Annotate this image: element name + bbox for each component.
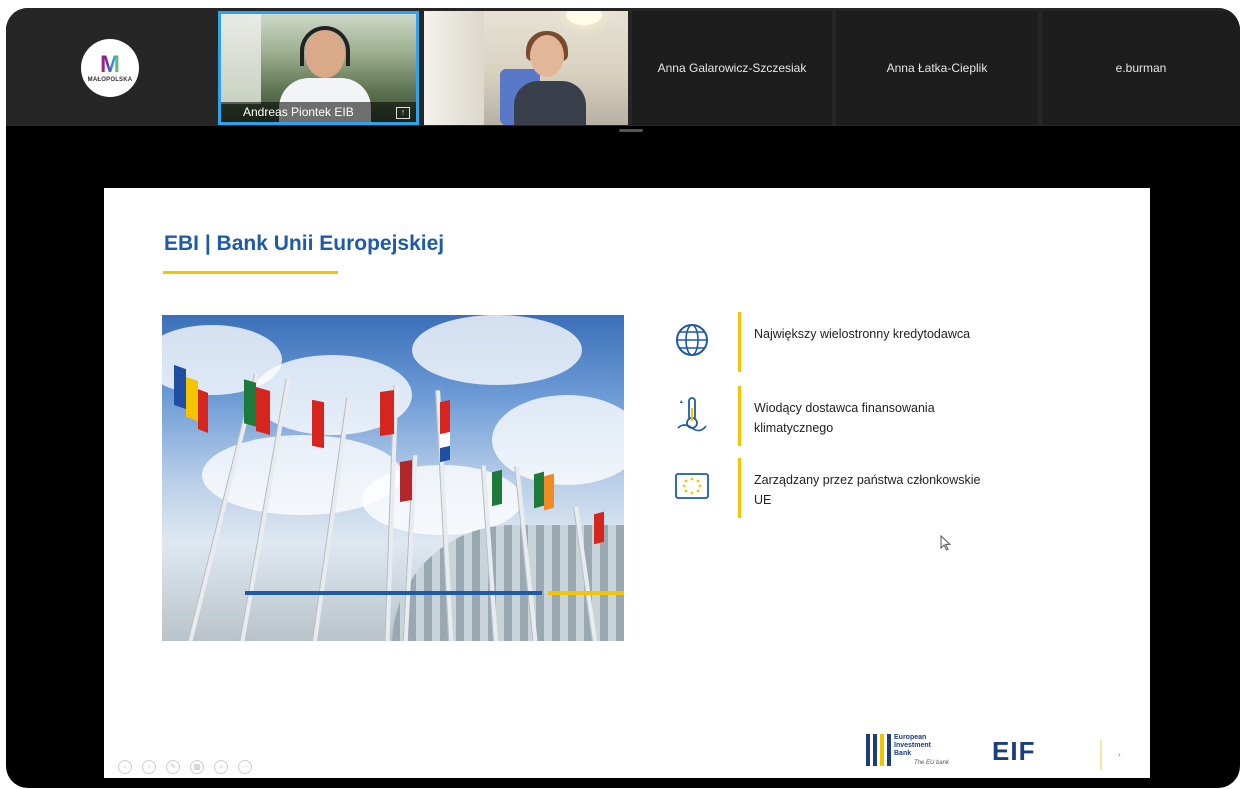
logo-text: MAŁOPOLSKA <box>87 77 133 83</box>
participant-tile-anna-latka[interactable]: Anna Łatka-Cieplik <box>836 11 1038 125</box>
participant-strip: M MAŁOPOLSKA Andreas Piontek EIB ↑ Anna … <box>6 8 1240 126</box>
participant-tile-eburman[interactable]: e.burman <box>1042 11 1240 125</box>
pen-icon[interactable]: ✎ <box>166 760 180 774</box>
page-indicator-icon: › <box>1118 750 1121 759</box>
participant-nameplate: Andreas Piontek EIB <box>221 102 416 122</box>
slides-grid-icon[interactable]: ▦ <box>190 760 204 774</box>
headset-graphic <box>300 26 350 66</box>
eif-logo: EIF <box>992 736 1036 766</box>
eu-flags-photo <box>162 315 624 641</box>
title-underline <box>163 271 338 274</box>
feature-item-lender: Największy wielostronny kredytodawca <box>672 312 1092 372</box>
meeting-logo-tile: M MAŁOPOLSKA <box>6 11 214 125</box>
eib-tagline: The EU bank <box>914 760 950 766</box>
feature-item-governance: Zarządzany przez państwa członkowskie UE <box>672 458 1092 518</box>
more-options-icon[interactable]: ⋯ <box>238 760 252 774</box>
strip-resize-handle[interactable] <box>619 129 643 132</box>
participant-video-andreas[interactable]: Andreas Piontek EIB ↑ <box>218 11 419 125</box>
thermometer-icon <box>677 397 707 432</box>
meeting-window: M MAŁOPOLSKA Andreas Piontek EIB ↑ Anna … <box>6 8 1240 788</box>
share-icon[interactable]: ↑ <box>396 107 410 119</box>
participant-name: Andreas Piontek EIB <box>243 105 354 119</box>
feature-divider <box>738 312 741 372</box>
shared-screen-slide: EBI | Bank Unii Europejskiej Największy … <box>104 188 1150 778</box>
feature-text: Największy wielostronny kredytodawca <box>754 327 971 341</box>
previous-slide-icon[interactable]: ‹ <box>118 760 132 774</box>
participant-tile-anna-galarowicz[interactable]: Anna Galarowicz-Szczesiak <box>632 11 832 125</box>
feature-divider <box>738 458 741 518</box>
feature-item-climate: Wiodący dostawca finansowania klimatyczn… <box>672 386 1092 446</box>
participant-name: Anna Łatka-Cieplik <box>886 61 988 75</box>
globe-icon <box>676 324 708 356</box>
feature-text: Wiodący dostawca finansowania klimatyczn… <box>754 401 935 435</box>
photo-accent-bar-blue <box>245 591 542 595</box>
logo-divider <box>1100 740 1102 770</box>
participant-name: Anna Galarowicz-Szczesiak <box>657 61 807 75</box>
feature-text: Zarządzany przez państwa członkowskie UE <box>754 473 981 507</box>
presentation-toolbar: ‹ › ✎ ▦ ⌕ ⋯ <box>118 760 252 776</box>
photo-accent-bar-yellow <box>548 591 624 595</box>
next-slide-icon[interactable]: › <box>142 760 156 774</box>
malopolska-logo: M MAŁOPOLSKA <box>81 39 139 97</box>
zoom-icon[interactable]: ⌕ <box>214 760 228 774</box>
participant-video-2[interactable] <box>424 11 628 125</box>
slide-title: EBI | Bank Unii Europejskiej <box>164 232 445 255</box>
participant-name: e.burman <box>1115 61 1167 75</box>
eu-stars-icon <box>675 473 709 499</box>
mouse-cursor-icon <box>940 535 952 551</box>
eib-logo: European Investment Bank The EU bank <box>866 732 966 772</box>
feature-divider <box>738 386 741 446</box>
